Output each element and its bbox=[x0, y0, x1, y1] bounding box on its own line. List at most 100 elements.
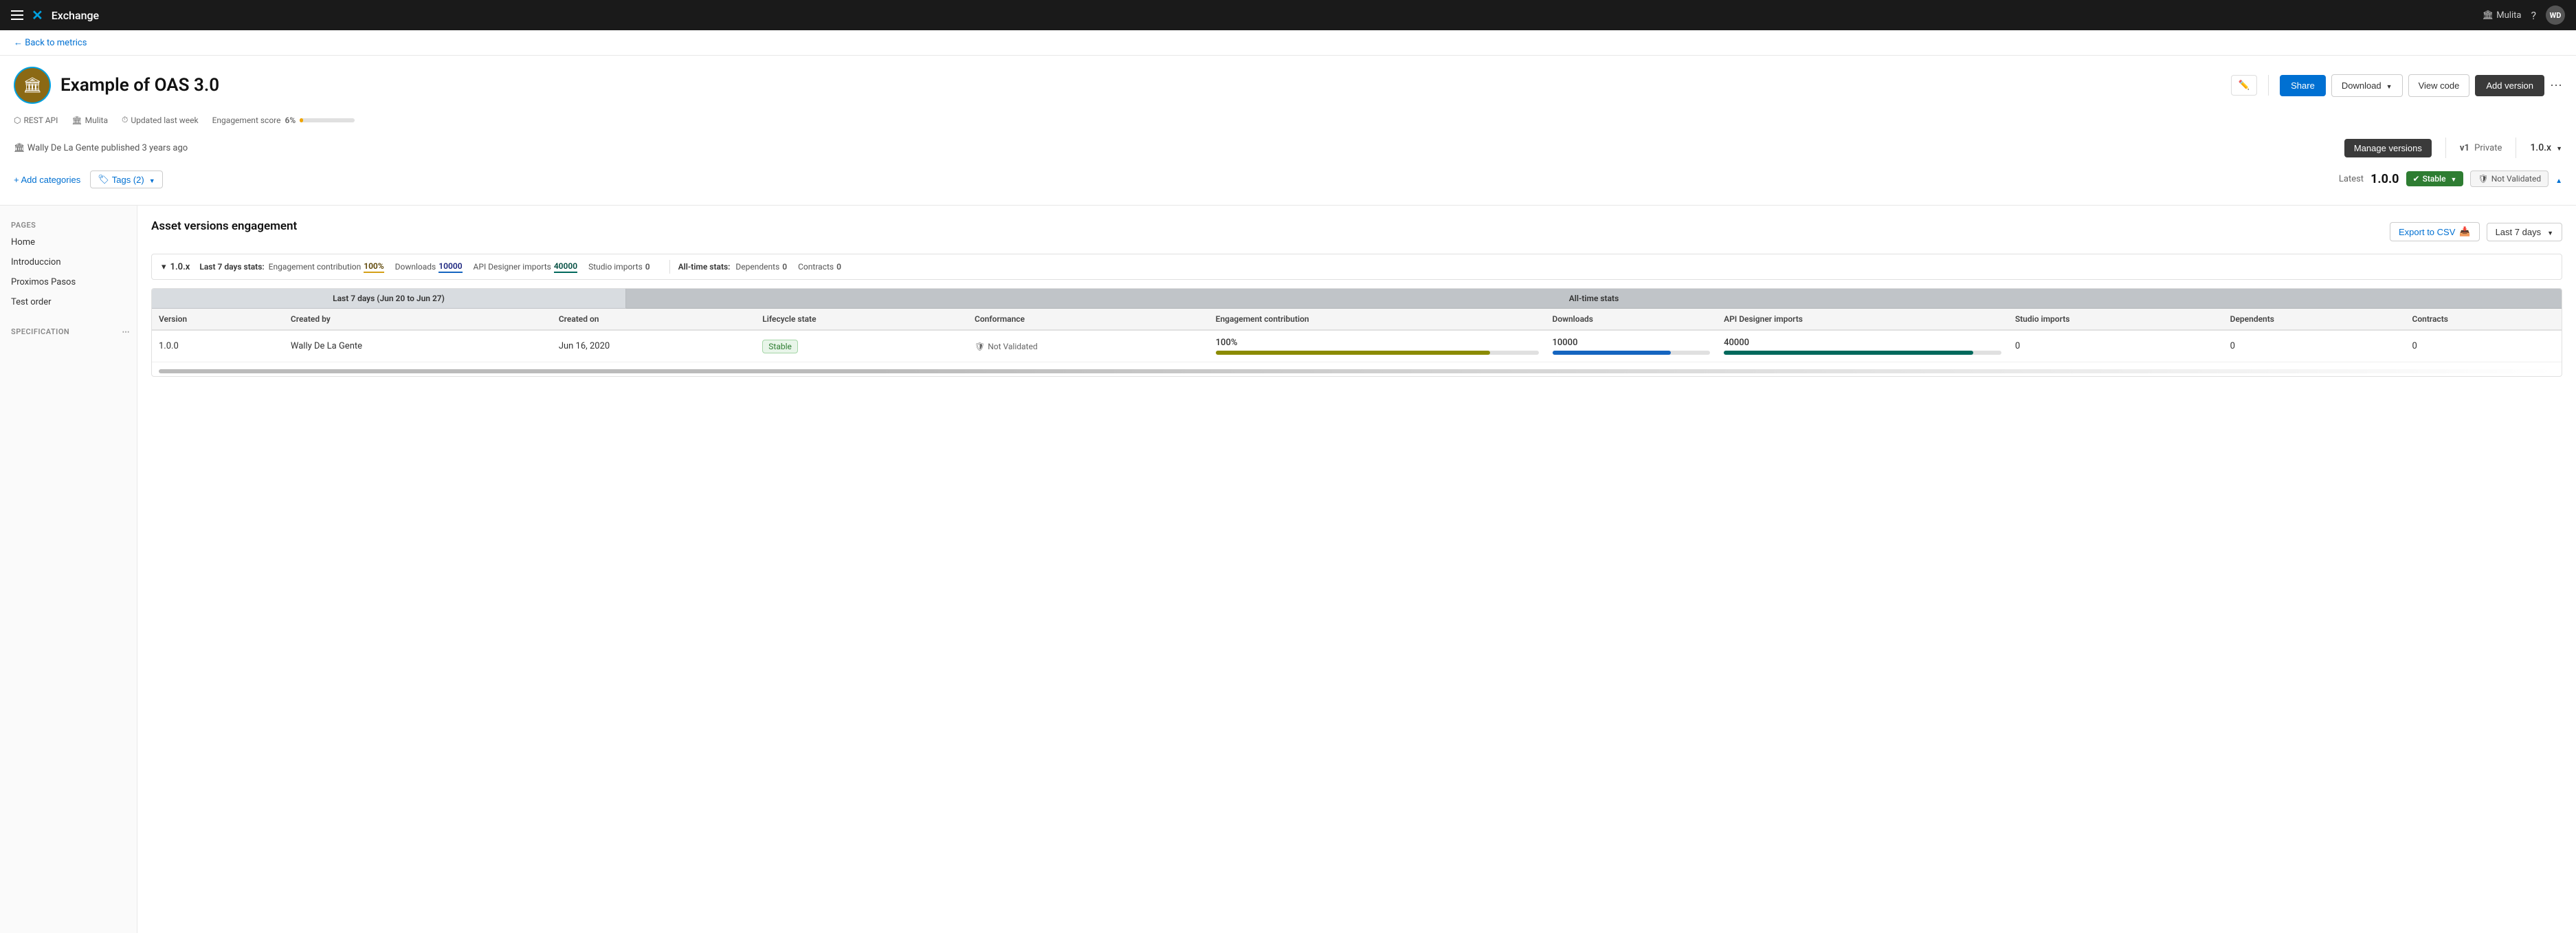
asset-updated: ⏱ Updated last week bbox=[122, 115, 199, 125]
tags-button[interactable]: 🏷 Tags (2) bbox=[90, 171, 162, 188]
col-created-by: Created by bbox=[284, 309, 552, 330]
col-created-on: Created on bbox=[552, 309, 755, 330]
version-row: 🏛 Wally De La Gente published 3 years ag… bbox=[14, 131, 2562, 165]
sidebar-item-introduccion[interactable]: Introduccion bbox=[0, 252, 137, 272]
stable-chevron-icon bbox=[2449, 174, 2457, 184]
more-options-button[interactable]: ⋯ bbox=[2550, 78, 2562, 93]
add-categories-button[interactable]: + Add categories bbox=[14, 175, 80, 185]
manage-versions-button[interactable]: Manage versions bbox=[2344, 139, 2432, 157]
conformance-badge: 🛡 Not Validated bbox=[975, 342, 1202, 351]
sidebar: PAGES Home Introduccion Proximos Pasos T… bbox=[0, 206, 137, 933]
engagement-progress-fill bbox=[1216, 351, 1490, 355]
col-dependents: Dependents bbox=[2223, 309, 2406, 330]
collapse-button[interactable] bbox=[2555, 173, 2562, 186]
last7-label: Last 7 days stats: bbox=[199, 262, 264, 272]
time-range-button[interactable]: Last 7 days bbox=[2487, 223, 2562, 241]
stat-dependents: Dependents 0 bbox=[735, 262, 787, 272]
alltime-label: All-time stats: bbox=[678, 262, 731, 272]
engagement-value: 100% bbox=[364, 261, 384, 273]
logo-icon: ✕ bbox=[32, 7, 43, 23]
horizontal-scrollbar[interactable] bbox=[159, 369, 2555, 373]
nav-user[interactable]: 🏛 Mulita bbox=[2483, 10, 2522, 21]
engagement-score: Engagement score 6% bbox=[212, 116, 355, 125]
section-title: Asset versions engagement bbox=[151, 219, 297, 233]
cell-dependents: 0 bbox=[2223, 330, 2406, 362]
not-validated-icon: 🛡 bbox=[2478, 174, 2488, 184]
stable-badge[interactable]: ✔ Stable bbox=[2406, 171, 2464, 186]
sidebar-pages-section: PAGES bbox=[0, 217, 137, 232]
cell-created-by: Wally De La Gente bbox=[284, 330, 552, 362]
hamburger-menu[interactable] bbox=[11, 10, 23, 20]
sidebar-more-icon[interactable]: ⋯ bbox=[122, 327, 131, 336]
cell-downloads: 10000 bbox=[1546, 330, 1718, 362]
cell-studio: 0 bbox=[2008, 330, 2223, 362]
downloads-progress bbox=[1553, 351, 1711, 355]
top-navigation: ✕ Exchange 🏛 Mulita ? WD bbox=[0, 0, 2576, 30]
share-button[interactable]: Share bbox=[2280, 75, 2326, 96]
asset-meta: ⬡ REST API 🏛 Mulita ⏱ Updated last week … bbox=[14, 109, 2562, 131]
col-lifecycle: Lifecycle state bbox=[755, 309, 968, 330]
table-header-row: Version Created by Created on Lifecycle … bbox=[152, 309, 2562, 330]
export-row: Asset versions engagement Export to CSV … bbox=[151, 219, 2562, 244]
published-info: 🏛 Wally De La Gente published 3 years ag… bbox=[14, 143, 188, 153]
cell-lifecycle: Stable bbox=[755, 330, 968, 362]
download-chevron-icon bbox=[2384, 80, 2392, 91]
edit-button[interactable]: ✏️ bbox=[2231, 75, 2258, 96]
asset-type: ⬡ REST API bbox=[14, 116, 58, 125]
add-version-button[interactable]: Add version bbox=[2475, 75, 2544, 96]
stats-divider bbox=[669, 260, 670, 274]
stat-studio-imports: Studio imports 0 bbox=[588, 262, 650, 272]
content-area: Asset versions engagement Export to CSV … bbox=[137, 206, 2576, 933]
col-conformance: Conformance bbox=[968, 309, 1209, 330]
breadcrumb[interactable]: ← Back to metrics bbox=[0, 30, 2576, 56]
downloads-progress-fill bbox=[1553, 351, 1671, 355]
published-icon: 🏛 bbox=[14, 143, 25, 153]
stats-version[interactable]: ▾ 1.0.x bbox=[162, 262, 190, 272]
owner-icon: 🏛 bbox=[71, 116, 82, 125]
engagement-table: Last 7 days (Jun 20 to Jun 27) All-time … bbox=[151, 288, 2562, 377]
stats-bar: ▾ 1.0.x Last 7 days stats: Engagement co… bbox=[151, 254, 2562, 280]
user-avatar[interactable]: WD bbox=[2546, 6, 2565, 25]
stat-downloads: Downloads 10000 bbox=[395, 261, 463, 273]
table-row: 1.0.0 Wally De La Gente Jun 16, 2020 Sta… bbox=[152, 330, 2562, 362]
sidebar-item-test-order[interactable]: Test order bbox=[0, 292, 137, 312]
engagement-bar bbox=[300, 118, 355, 122]
api-designer-progress-fill bbox=[1724, 351, 1973, 355]
version-v-label: v1 Private bbox=[2460, 143, 2502, 153]
table-scrollbar[interactable] bbox=[152, 362, 2562, 376]
sidebar-item-proximos-pasos[interactable]: Proximos Pasos bbox=[0, 272, 137, 292]
api-icon: ⬡ bbox=[14, 116, 21, 125]
engagement-progress bbox=[1216, 351, 1539, 355]
col-studio: Studio imports bbox=[2008, 309, 2223, 330]
help-icon[interactable]: ? bbox=[2531, 9, 2536, 22]
shield-icon: 🛡 bbox=[975, 342, 985, 351]
export-csv-button[interactable]: Export to CSV 📥 bbox=[2390, 222, 2480, 241]
lifecycle-badge: Stable bbox=[762, 340, 798, 353]
stat-api-imports: API Designer imports 40000 bbox=[474, 261, 578, 273]
download-button[interactable]: Download bbox=[2331, 74, 2403, 97]
asset-owner: 🏛 Mulita bbox=[71, 116, 108, 125]
cell-contracts: 0 bbox=[2406, 330, 2562, 362]
asset-name: Example of OAS 3.0 bbox=[60, 75, 219, 96]
tags-chevron-icon bbox=[147, 175, 155, 185]
versions-table: Version Created by Created on Lifecycle … bbox=[152, 309, 2562, 362]
cell-version: 1.0.0 bbox=[152, 330, 284, 362]
version-chevron-icon bbox=[2554, 142, 2562, 153]
version-select[interactable]: 1.0.x bbox=[2530, 142, 2562, 153]
tag-icon: 🏷 bbox=[98, 174, 109, 185]
stable-icon: ✔ bbox=[2413, 174, 2420, 184]
chevron-icon: ▾ bbox=[162, 262, 166, 272]
clock-icon: ⏱ bbox=[122, 115, 128, 125]
export-icon: 📥 bbox=[2459, 226, 2470, 237]
main-layout: PAGES Home Introduccion Proximos Pasos T… bbox=[0, 206, 2576, 933]
timerange-chevron-icon bbox=[2545, 227, 2553, 237]
latest-row: Latest 1.0.0 ✔ Stable 🛡 Not Validated bbox=[2339, 166, 2562, 195]
downloads-value: 10000 bbox=[438, 261, 462, 273]
sidebar-specification-section: SPECIFICATION ⋯ bbox=[0, 323, 137, 339]
cell-conformance: 🛡 Not Validated bbox=[968, 330, 1209, 362]
stat-contracts: Contracts 0 bbox=[798, 262, 841, 272]
api-designer-progress bbox=[1724, 351, 2001, 355]
sidebar-item-home[interactable]: Home bbox=[0, 232, 137, 252]
view-code-button[interactable]: View code bbox=[2408, 74, 2470, 97]
alltime-header: All-time stats bbox=[626, 289, 2562, 309]
